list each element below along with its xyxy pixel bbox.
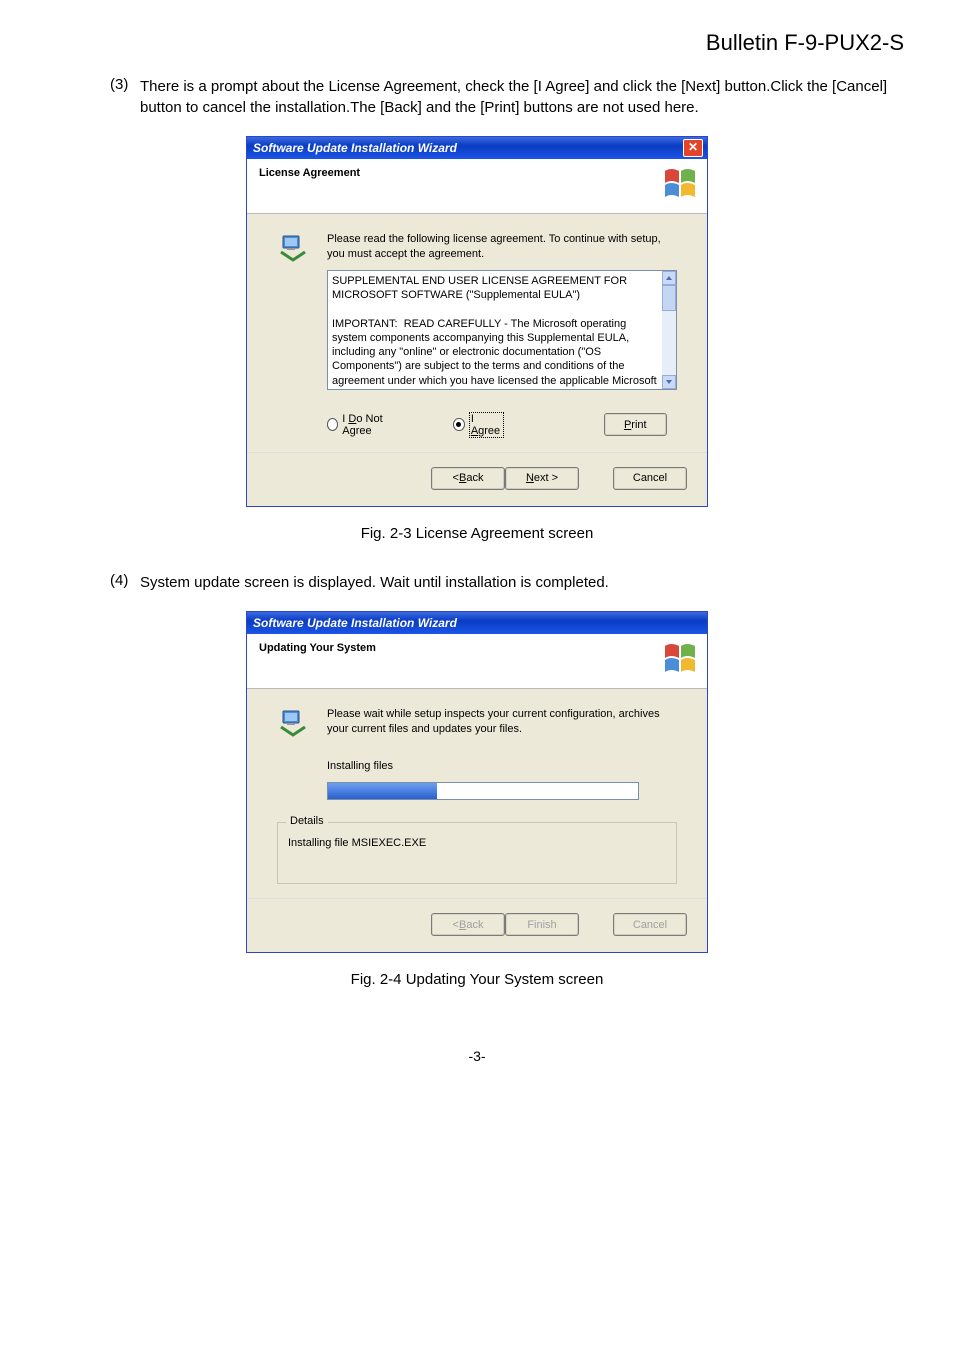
step-4: (4) System update screen is displayed. W… (110, 572, 904, 593)
updating-intro-text: Please wait while setup inspects your cu… (327, 707, 677, 737)
details-group: Details Installing file MSIEXEC.EXE (277, 822, 677, 884)
installer-icon (277, 707, 309, 739)
details-text: Installing file MSIEXEC.EXE (288, 837, 666, 849)
step-4-number: (4) (110, 572, 140, 593)
figure-2-3-caption: Fig. 2-3 License Agreement screen (50, 525, 904, 542)
windows-logo-icon (661, 640, 701, 680)
status-text: Installing files (327, 760, 677, 772)
step-3: (3) There is a prompt about the License … (110, 76, 904, 118)
page-number: -3- (50, 1048, 904, 1064)
figure-2-4-caption: Fig. 2-4 Updating Your System screen (50, 971, 904, 988)
scroll-down-button[interactable] (662, 375, 676, 389)
step-4-text: System update screen is displayed. Wait … (140, 572, 904, 593)
next-button[interactable]: Next > (505, 467, 579, 490)
window-title: Software Update Installation Wizard (253, 616, 457, 630)
bulletin-id: Bulletin F-9-PUX2-S (50, 30, 904, 56)
details-label: Details (286, 815, 328, 827)
license-text-content: SUPPLEMENTAL END USER LICENSE AGREEMENT … (332, 275, 660, 390)
progress-bar (327, 782, 639, 800)
dialog-header: Updating Your System (259, 642, 376, 654)
windows-logo-icon (661, 165, 701, 205)
radio-do-not-agree[interactable]: I Do Not Agree (327, 413, 403, 437)
scrollbar[interactable] (662, 271, 676, 389)
step-3-text: There is a prompt about the License Agre… (140, 76, 904, 118)
cancel-button: Cancel (613, 913, 687, 936)
license-text-box[interactable]: SUPPLEMENTAL END USER LICENSE AGREEMENT … (327, 270, 677, 390)
back-button: < Back (431, 913, 505, 936)
scroll-thumb[interactable] (662, 285, 676, 311)
license-intro-text: Please read the following license agreem… (327, 232, 677, 262)
finish-button: Finish (505, 913, 579, 936)
back-button[interactable]: < Back (431, 467, 505, 490)
titlebar: Software Update Installation Wizard ✕ (247, 137, 707, 159)
window-title: Software Update Installation Wizard (253, 141, 457, 155)
license-agreement-dialog: Software Update Installation Wizard ✕ Li… (246, 136, 708, 507)
print-button[interactable]: Print (604, 413, 667, 436)
close-button[interactable]: ✕ (683, 139, 703, 157)
radio-do-not-agree-label: I Do Not Agree (342, 413, 403, 437)
radio-agree-label: I Agree (469, 412, 504, 438)
updating-system-dialog: Software Update Installation Wizard Upda… (246, 611, 708, 954)
scroll-up-button[interactable] (662, 271, 676, 285)
dialog-header: License Agreement (259, 167, 360, 179)
radio-agree[interactable]: I Agree (453, 412, 503, 438)
installer-icon (277, 232, 309, 264)
titlebar: Software Update Installation Wizard (247, 612, 707, 634)
step-3-number: (3) (110, 76, 140, 118)
cancel-button[interactable]: Cancel (613, 467, 687, 490)
